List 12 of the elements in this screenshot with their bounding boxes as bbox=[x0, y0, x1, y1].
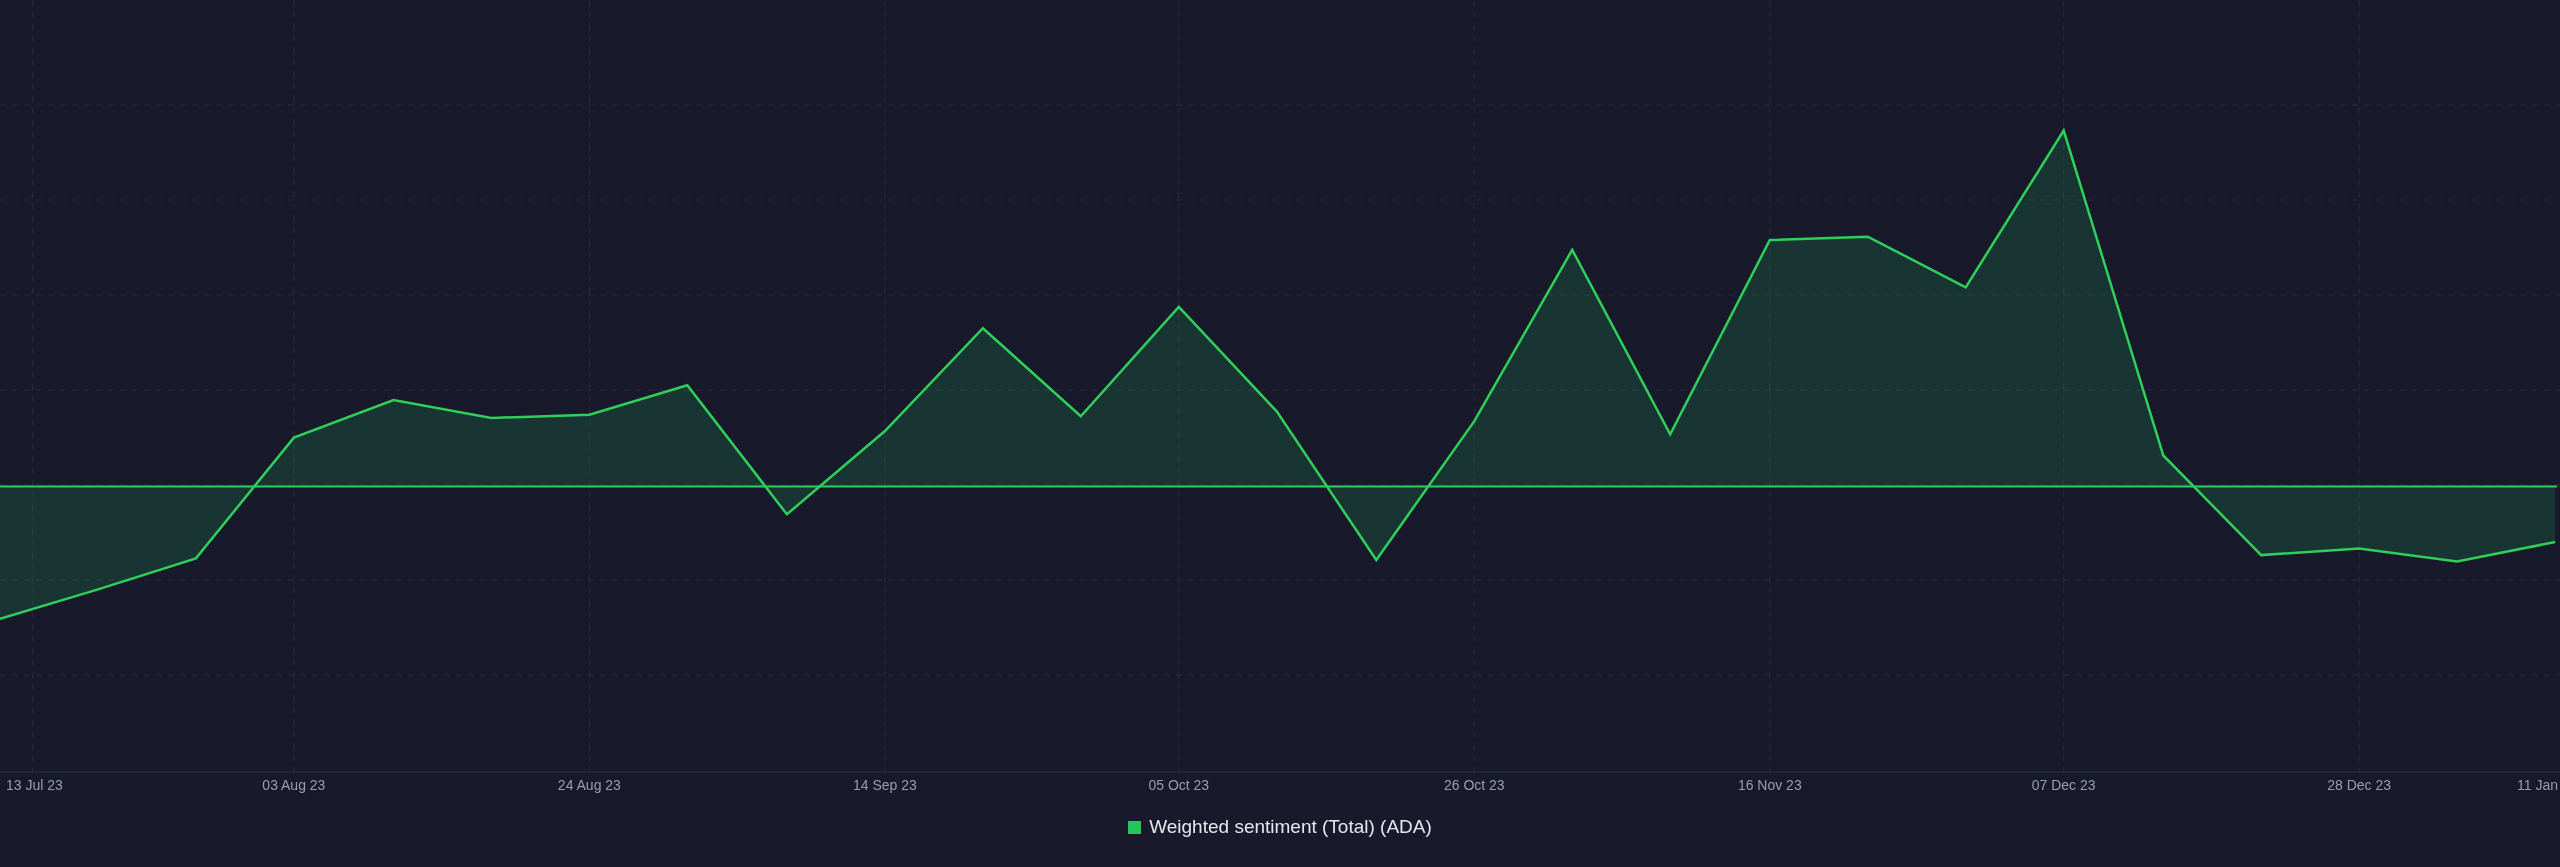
axis-date-label: 28 Dec 23 bbox=[2327, 777, 2392, 793]
legend-label[interactable]: Weighted sentiment (Total) (ADA) bbox=[1149, 813, 1432, 842]
axis-date-label: 07 Dec 23 bbox=[2031, 777, 2096, 793]
axis-date-label: 26 Oct 23 bbox=[1443, 777, 1505, 793]
axis-date-label: 05 Oct 23 bbox=[1148, 777, 1210, 793]
axis-date-label: 13 Jul 23 bbox=[6, 777, 63, 793]
axis-date-label: 14 Sep 23 bbox=[853, 777, 917, 793]
legend-swatch-icon bbox=[1128, 821, 1142, 834]
axis-date-label: 16 Nov 23 bbox=[1737, 777, 1802, 793]
axis-date-label: 11 Jan bbox=[2517, 777, 2558, 793]
axis-date-label: 03 Aug 23 bbox=[262, 777, 326, 793]
axis-date-label: 24 Aug 23 bbox=[557, 777, 621, 793]
